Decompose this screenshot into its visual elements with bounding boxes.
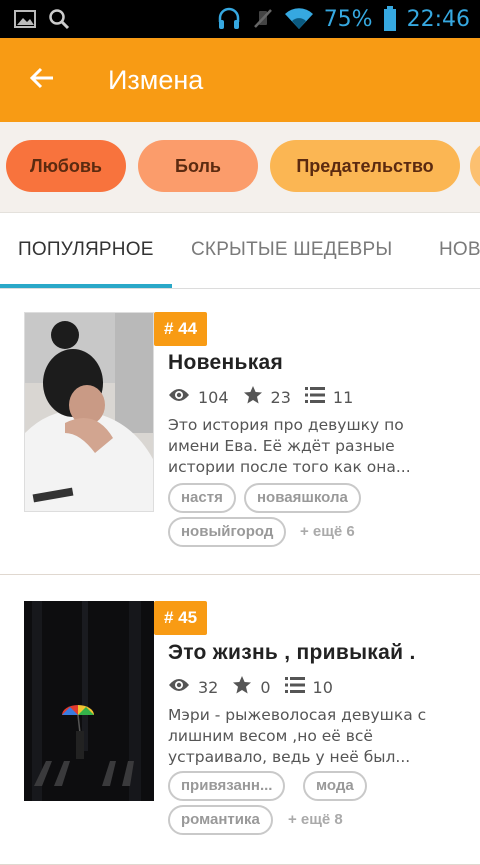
description-line: истории после того как она... <box>168 458 411 476</box>
mute-icon <box>252 7 274 31</box>
description-line: Мэри - рыжеволосая девушка с <box>168 706 427 724</box>
votes-count: 0 <box>260 677 271 697</box>
parts-count: 11 <box>332 387 354 407</box>
eye-icon <box>168 387 190 407</box>
tag-chip[interactable]: привязанн... <box>168 771 286 801</box>
chip-betrayal[interactable]: Предательство <box>270 140 460 192</box>
rank-badge: # 45 <box>154 601 208 635</box>
story-card[interactable]: # 45 Это жизнь , привыкай . 32 0 10 Мэри… <box>0 575 480 865</box>
parts-count: 10 <box>312 677 333 697</box>
status-bar: 75% 22:46 <box>0 0 480 38</box>
story-list: # 44 Новенькая 104 23 11 Это история про… <box>0 289 480 865</box>
story-title[interactable]: Новенькая <box>168 351 283 375</box>
views-count: 104 <box>198 387 229 407</box>
tag-chip[interactable]: настя <box>168 483 236 513</box>
description-line: лишним весом ,но её всё <box>168 727 373 745</box>
toolbar: Измена <box>0 38 480 122</box>
star-icon <box>243 385 263 409</box>
battery-icon <box>383 6 397 32</box>
story-description: Мэри - рыжеволосая девушка с лишним весо… <box>168 705 458 768</box>
eye-icon <box>168 677 190 697</box>
story-cover <box>24 601 154 801</box>
headset-icon <box>216 6 242 32</box>
list-icon <box>284 676 305 698</box>
story-stats: 104 23 11 <box>168 385 367 409</box>
chip-partial[interactable] <box>470 140 480 192</box>
arrow-left-icon <box>29 66 55 94</box>
gallery-icon <box>14 9 36 29</box>
description-line: Это история про девушку по <box>168 416 404 434</box>
tag-chip[interactable]: мода <box>303 771 367 801</box>
rank-badge: # 44 <box>154 312 208 346</box>
votes-count: 23 <box>270 387 291 407</box>
views-count: 32 <box>198 677 219 697</box>
story-title[interactable]: Это жизнь , привыкай . <box>168 641 416 665</box>
more-tags-link[interactable]: + ещё 6 <box>300 523 355 540</box>
story-description: Это история про девушку по имени Ева. Её… <box>168 415 458 478</box>
tag-chip[interactable]: романтика <box>168 805 273 835</box>
story-card[interactable]: # 44 Новенькая 104 23 11 Это история про… <box>0 289 480 575</box>
tab-popular[interactable]: ПОПУЛЯРНОЕ <box>18 239 154 261</box>
wifi-icon <box>284 7 314 31</box>
chip-pain[interactable]: Боль <box>138 140 258 192</box>
star-icon <box>232 675 252 699</box>
back-button[interactable] <box>20 58 64 102</box>
tab-bar: ПОПУЛЯРНОЕ СКРЫТЫЕ ШЕДЕВРЫ НОВ <box>0 212 480 290</box>
tab-hidden-gems[interactable]: СКРЫТЫЕ ШЕДЕВРЫ <box>191 239 392 261</box>
list-icon <box>304 386 325 408</box>
more-tags-link[interactable]: + ещё 8 <box>288 811 343 828</box>
story-stats: 32 0 10 <box>168 675 347 699</box>
battery-percent: 75% <box>323 6 373 32</box>
tag-chips-row: Любовь Боль Предательство <box>0 122 480 212</box>
tag-chip[interactable]: новаяшкола <box>244 483 361 513</box>
tag-chip[interactable]: новыйгород <box>168 517 287 547</box>
chip-love[interactable]: Любовь <box>6 140 126 192</box>
description-line: устраивало, ведь у неё был... <box>168 748 411 766</box>
page-title: Измена <box>108 65 204 95</box>
search-icon <box>48 8 70 30</box>
clock: 22:46 <box>406 6 470 32</box>
story-cover <box>24 312 154 512</box>
tab-new[interactable]: НОВ <box>439 239 480 261</box>
description-line: имени Ева. Её ждёт разные <box>168 437 395 455</box>
